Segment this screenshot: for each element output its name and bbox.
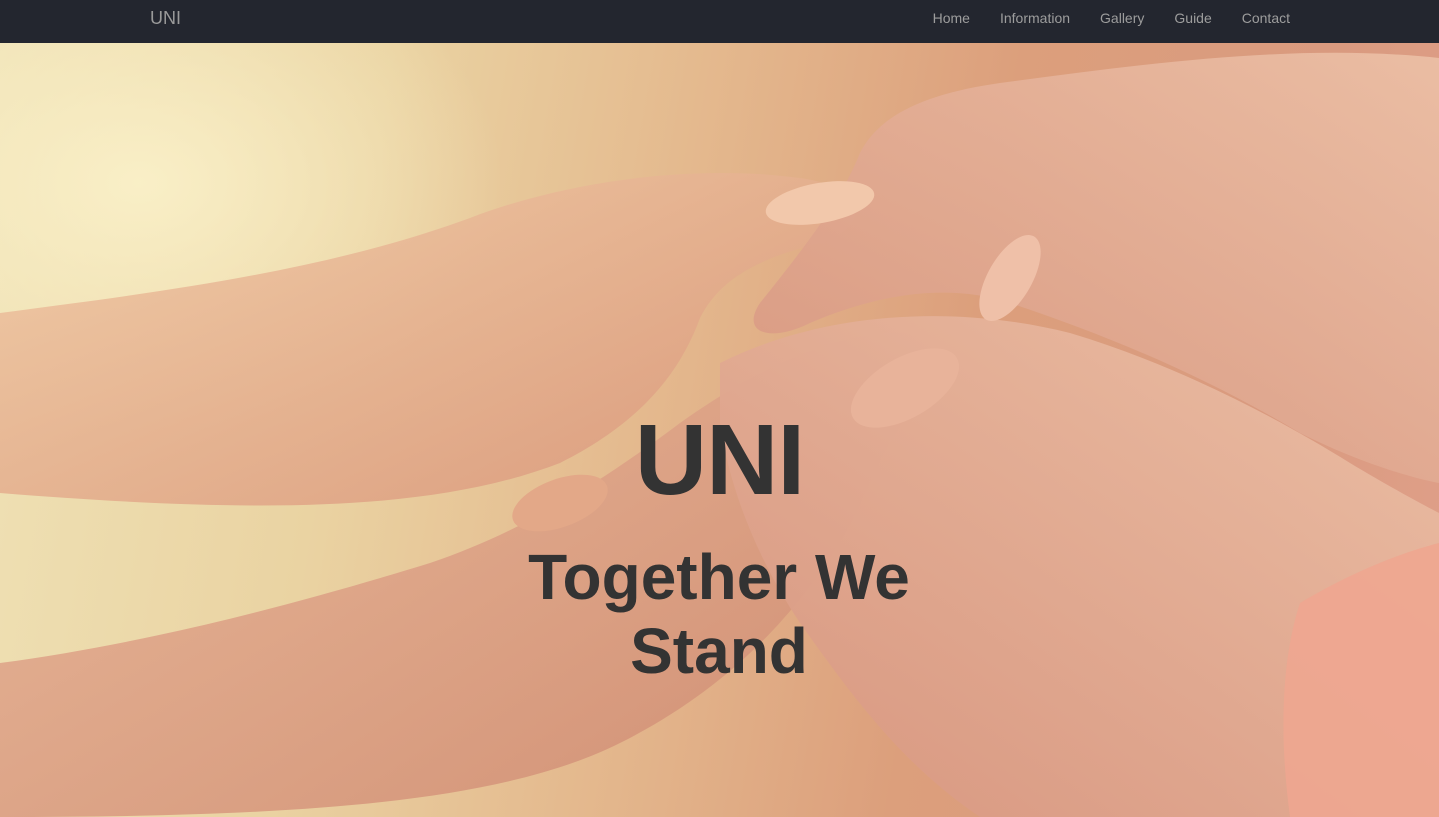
nav-link-contact[interactable]: Contact (1227, 0, 1290, 36)
top-navbar: UNI Home Information Gallery Guide Conta… (0, 0, 1439, 43)
brand-link[interactable]: UNI (150, 0, 181, 36)
hero-title: UNI (634, 404, 805, 516)
nav-item-guide: Guide (1159, 0, 1226, 36)
nav-link-information[interactable]: Information (985, 0, 1085, 36)
hero-subtitle: Together We Stand (528, 541, 910, 687)
nav-item-information: Information (985, 0, 1085, 36)
nav-item-home: Home (918, 0, 985, 36)
nav-link-gallery[interactable]: Gallery (1085, 0, 1159, 36)
nav-link-guide[interactable]: Guide (1159, 0, 1226, 36)
nav-menu: Home Information Gallery Guide Contact (918, 0, 1290, 36)
nav-link-home[interactable]: Home (918, 0, 985, 36)
nav-item-gallery: Gallery (1085, 0, 1159, 36)
nav-item-contact: Contact (1227, 0, 1290, 36)
hero-section: UNI Together We Stand (0, 43, 1439, 817)
